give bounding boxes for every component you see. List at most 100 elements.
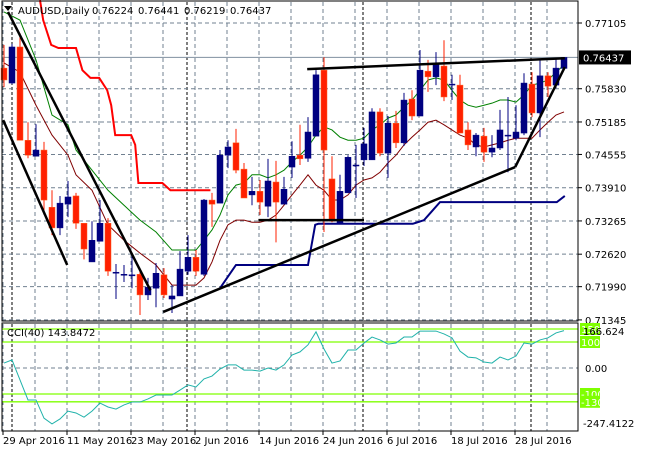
candle-body: [40, 149, 48, 201]
candle-body: [248, 191, 256, 196]
symbol-label: AUDUSD,Daily: [18, 6, 90, 17]
high-value: 0.76441: [138, 6, 179, 17]
candle-body: [512, 131, 520, 139]
candle: [104, 218, 112, 276]
price-axis-label: 0.73910: [585, 184, 626, 195]
candle-body: [528, 83, 536, 114]
candle-body: [192, 257, 200, 272]
price-axis-label: 0.73265: [585, 217, 626, 228]
candle-body: [272, 181, 280, 203]
cci-level-label: -130: [581, 398, 604, 409]
candle-body: [472, 134, 480, 148]
candle-body: [88, 240, 96, 263]
candle-body: [184, 257, 192, 272]
candle-body: [304, 131, 312, 159]
candle-body: [416, 69, 424, 117]
candle: [400, 92, 408, 146]
date-axis-label: 24 Jun 2016: [323, 436, 383, 447]
price-axis-label: 0.72620: [585, 250, 626, 261]
candle-body: [440, 65, 448, 98]
candle: [216, 150, 224, 204]
candle-body: [224, 146, 232, 156]
candle-body: [464, 129, 472, 146]
candle-body: [176, 268, 184, 297]
price-axis-label: 0.75185: [585, 118, 626, 129]
candle-body: [424, 70, 432, 78]
candle-body: [344, 157, 352, 194]
candle-body: [408, 98, 416, 117]
candle-body: [496, 129, 504, 149]
candle: [8, 43, 16, 85]
candle-body: [376, 111, 384, 154]
candle-body: [448, 83, 456, 86]
candle-body: [24, 140, 32, 156]
cci-max-label: 166.624: [583, 327, 624, 338]
candle-body: [520, 82, 528, 134]
candle-body: [152, 273, 160, 289]
candle-body: [392, 123, 400, 144]
candle-body: [352, 164, 360, 167]
candle-body: [208, 199, 216, 205]
candle-body: [32, 149, 40, 157]
candle-body: [368, 111, 376, 161]
candle-body: [56, 202, 64, 229]
price-axis-label: 0.71990: [585, 283, 626, 294]
candle-body: [320, 69, 328, 151]
chart-window[interactable]: 0.77105 0.75830 0.75185 0.74555 0.73910 0.732…: [0, 0, 660, 450]
candle: [16, 33, 24, 141]
candle-body: [456, 84, 464, 134]
candle-body: [264, 180, 272, 207]
candle-body: [488, 147, 496, 153]
price-axis-label: 0.74555: [585, 150, 626, 161]
candle-body: [360, 143, 368, 161]
candle-body: [256, 191, 264, 203]
date-axis-label: 14 Jun 2016: [259, 436, 319, 447]
candle-body: [216, 154, 224, 204]
candle-body: [384, 123, 392, 154]
candle: [200, 199, 208, 276]
candle-body: [96, 223, 104, 242]
candle-body: [168, 295, 176, 300]
candle-body: [296, 154, 304, 160]
candle-body: [64, 196, 72, 205]
candle-body: [400, 99, 408, 144]
candle: [312, 70, 320, 137]
candle-body: [536, 75, 544, 114]
candle-body: [104, 223, 112, 272]
cci-level-label: 100: [581, 338, 600, 349]
candle-body: [480, 135, 488, 153]
candle-body: [232, 142, 240, 171]
candle: [368, 108, 376, 161]
date-axis-label: 29 Apr 2016: [3, 436, 65, 447]
candle-body: [160, 274, 168, 296]
candle-body: [504, 134, 512, 137]
candle-body: [328, 178, 336, 222]
candle-body: [544, 75, 552, 87]
candle-body: [72, 195, 80, 224]
date-axis-label: 18 Jul 2016: [451, 436, 508, 447]
current-price-label: 0.76437: [583, 53, 624, 64]
candle-body: [136, 274, 144, 296]
price-axis-label: 0.77105: [585, 19, 626, 30]
open-value: 0.76224: [92, 6, 133, 17]
candle-body: [16, 46, 24, 141]
cci-title: CCI(40) 143.8472: [7, 328, 95, 339]
candle-body: [8, 46, 16, 84]
date-axis-label: 6 Jul 2016: [387, 436, 437, 447]
cci-zero-label: 0.00: [585, 364, 607, 375]
candle-body: [112, 271, 120, 274]
cci-min-label: -247.4122: [583, 419, 634, 430]
candle-body: [432, 63, 440, 78]
chart-header: AUDUSD,Daily 0.76224 0.76441 0.76219 0.7…: [4, 6, 271, 17]
price-axis-label: 0.75830: [585, 85, 626, 96]
candle-body: [280, 188, 288, 205]
candle-body: [200, 199, 208, 275]
low-value: 0.76219: [184, 6, 225, 17]
candle-body: [120, 274, 128, 276]
candle: [344, 155, 352, 194]
candle-body: [80, 223, 88, 250]
date-axis-label: 23 May 2016: [131, 436, 196, 447]
candle-body: [312, 74, 320, 137]
close-value: 0.76437: [230, 6, 271, 17]
candle: [376, 108, 384, 157]
